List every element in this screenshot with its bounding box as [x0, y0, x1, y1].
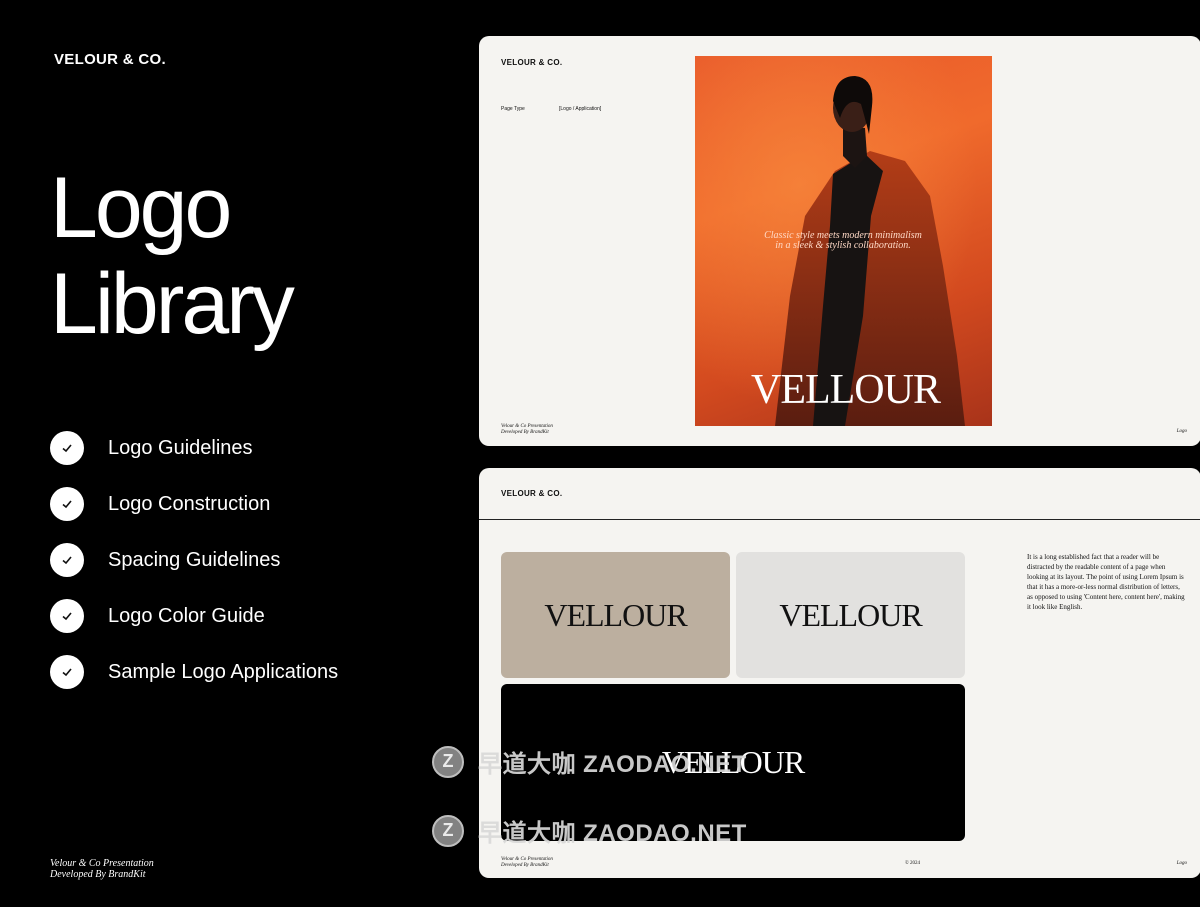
zaodao-logo-icon: Z [432, 814, 464, 847]
feature-label: Spacing Guidelines [108, 548, 281, 571]
slide-page-label: Logo [1176, 861, 1187, 866]
description-text: It is a long established fact that a rea… [1027, 553, 1185, 611]
watermark-text: 早道大咖 ZAODAO.NET [478, 751, 747, 778]
page-type-label: Page Type [501, 106, 525, 112]
check-icon [50, 431, 84, 465]
fashion-photo: Classic style meets modern minimalism in… [695, 56, 992, 426]
credit-line-1: Velour & Co Presentation [50, 858, 154, 869]
watermark-text: 早道大咖 ZAODAO.NET [478, 820, 747, 847]
feature-label: Logo Color Guide [108, 604, 265, 627]
footer-line-2: Developed By BrandKit [501, 430, 549, 435]
copyright-year: © 2024 [905, 861, 921, 866]
title-line-2: Library [50, 256, 295, 352]
feature-list: Logo Guidelines Logo Construction Spacin… [50, 420, 338, 700]
check-icon [50, 655, 84, 689]
brand-name: VELOUR & CO. [54, 51, 166, 68]
feature-label: Logo Guidelines [108, 436, 253, 459]
feature-item: Logo Color Guide [50, 588, 338, 644]
zaodao-logo-icon: Z [432, 745, 464, 778]
feature-item: Logo Guidelines [50, 420, 338, 476]
footer-line-2: Developed By BrandKit [501, 863, 549, 868]
credit-line-2: Developed By BrandKit [50, 869, 146, 880]
feature-item: Spacing Guidelines [50, 532, 338, 588]
watermark: Z 早道大咖 ZAODAO.NET [432, 813, 747, 848]
check-icon [50, 487, 84, 521]
slide-brand: VELOUR & CO. [501, 489, 563, 498]
slide-footer: Velour & Co Presentation Developed By Br… [501, 857, 553, 869]
title-line-1: Logo [50, 160, 232, 256]
velour-wordmark: VELLOUR [751, 367, 941, 413]
logo-tile-grey: VELLOUR [736, 552, 965, 678]
velour-wordmark: VELLOUR [544, 596, 687, 633]
presentation-credit: Velour & Co Presentation Developed By Br… [50, 858, 154, 880]
check-icon [50, 543, 84, 577]
logo-tile-beige: VELLOUR [501, 552, 730, 678]
photo-tagline: Classic style meets modern minimalism in… [743, 231, 943, 251]
feature-label: Sample Logo Applications [108, 660, 339, 683]
velour-wordmark: VELLOUR [779, 596, 922, 633]
feature-label: Logo Construction [108, 492, 271, 515]
watermark: Z 早道大咖 ZAODAO.NET [432, 744, 747, 779]
slide-brand: VELOUR & CO. [501, 58, 563, 67]
page-title: Logo Library [50, 160, 295, 352]
check-icon [50, 599, 84, 633]
feature-item: Sample Logo Applications [50, 644, 338, 700]
feature-item: Logo Construction [50, 476, 338, 532]
page-type-value: [Logo / Application] [559, 106, 602, 112]
tagline-line-2: in a sleek & stylish collaboration. [775, 240, 911, 251]
header-divider [479, 519, 1200, 520]
slide-page-label: Logo [1176, 429, 1187, 434]
slide-footer: Velour & Co Presentation Developed By Br… [501, 424, 553, 436]
logo-application-slide[interactable]: VELOUR & CO. Page Type [Logo / Applicati… [479, 36, 1200, 446]
